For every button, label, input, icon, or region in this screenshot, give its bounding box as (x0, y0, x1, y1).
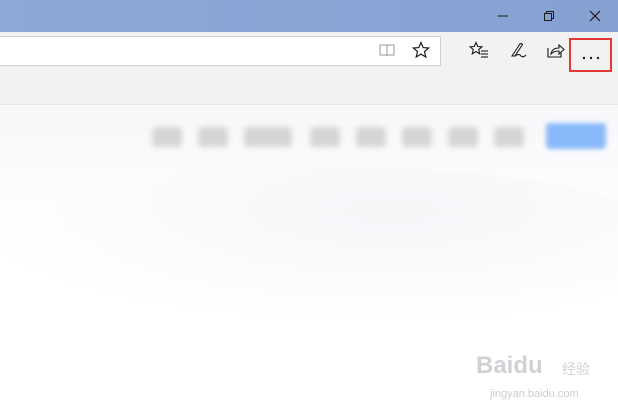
close-icon (589, 10, 601, 22)
watermark-brand: Baidu (476, 352, 543, 379)
nav-link[interactable] (244, 127, 292, 147)
title-bar (0, 0, 618, 32)
watermark-url: jingyan.baidu.com (490, 388, 579, 400)
web-note-button[interactable] (502, 36, 534, 68)
nav-link[interactable] (402, 127, 432, 147)
browser-toolbar (0, 32, 618, 72)
more-icon (581, 46, 601, 65)
nav-link[interactable] (198, 127, 228, 147)
nav-link[interactable] (310, 127, 340, 147)
close-button[interactable] (572, 0, 618, 32)
favorites-list-button[interactable] (463, 36, 495, 68)
book-icon (378, 42, 396, 62)
nav-link[interactable] (494, 127, 524, 147)
page-background-shape (0, 165, 618, 325)
share-icon (546, 41, 566, 63)
address-bar[interactable] (0, 36, 441, 66)
restore-icon (543, 10, 555, 22)
minimize-icon (497, 10, 509, 22)
more-button[interactable] (569, 38, 612, 72)
watermark-brand-cn: 经验 (562, 362, 590, 378)
nav-link[interactable] (152, 127, 182, 147)
browser-window: Baidu 经验 jingyan.baidu.com (0, 0, 618, 420)
favorite-button[interactable] (406, 37, 436, 67)
page-primary-button[interactable] (546, 123, 606, 149)
restore-button[interactable] (526, 0, 572, 32)
pen-icon (508, 41, 528, 63)
nav-link[interactable] (448, 127, 478, 147)
star-icon (411, 40, 431, 63)
nav-link[interactable] (356, 127, 386, 147)
favorites-bar (0, 72, 618, 105)
reading-view-button[interactable] (372, 37, 402, 67)
minimize-button[interactable] (480, 0, 526, 32)
favorites-list-icon (468, 41, 489, 63)
share-button[interactable] (540, 36, 572, 68)
watermark: Baidu 经验 jingyan.baidu.com (476, 352, 606, 412)
